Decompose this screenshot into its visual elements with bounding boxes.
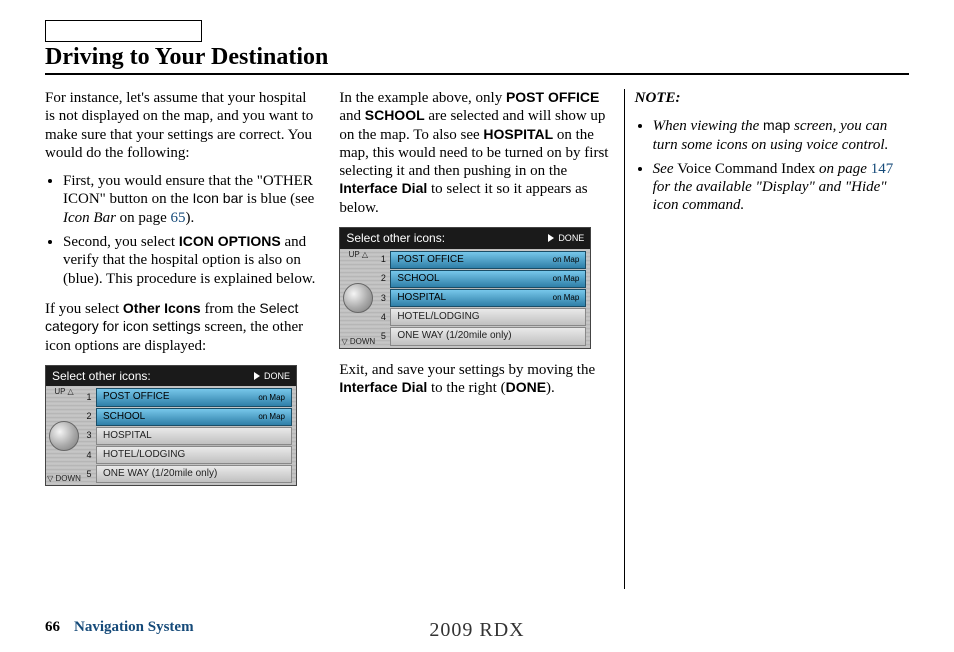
up-arrow-icon: UP △	[349, 251, 368, 259]
down-arrow-icon: ▽ DOWN	[47, 475, 81, 483]
screen2-numbers: 1 2 3 4 5	[376, 249, 390, 348]
screen1-row-4: HOTEL/LODGING	[96, 446, 292, 464]
screen2-done: DONE	[548, 233, 584, 244]
screen2-title: Select other icons:	[346, 231, 445, 246]
screen2-row-3: HOSPITALon Map	[390, 289, 586, 307]
screen2-row-4: HOTEL/LODGING	[390, 308, 586, 326]
screen1-done: DONE	[254, 371, 290, 382]
screen2-row-5: ONE WAY (1/20mile only)	[390, 327, 586, 345]
screen2-row-1: POST OFFICEon Map	[390, 251, 586, 269]
model-year: 2009 RDX	[429, 619, 524, 642]
header-small-box	[45, 20, 202, 42]
col2-para1: In the example above, only POST OFFICE a…	[339, 89, 613, 217]
screen2-dial: UP △ ▽ DOWN	[340, 249, 376, 348]
screen1-dial: UP △ ▽ DOWN	[46, 386, 82, 485]
screen2-rows: POST OFFICEon Map SCHOOLon Map HOSPITALo…	[390, 249, 590, 348]
up-arrow-icon: UP △	[54, 388, 73, 396]
screenshot-1: Select other icons: DONE UP △ ▽ DOWN 1 2…	[45, 365, 297, 487]
column-3: NOTE: When viewing the map screen, you c…	[625, 89, 909, 589]
column-2: In the example above, only POST OFFICE a…	[329, 89, 624, 589]
col3-bullet-2: See Voice Command Index on page 147 for …	[653, 160, 909, 215]
screen1-row-3: HOSPITAL	[96, 427, 292, 445]
content-columns: For instance, let's assume that your hos…	[45, 89, 909, 589]
footer-label: Navigation System	[74, 619, 194, 636]
screenshot-2: Select other icons: DONE UP △ ▽ DOWN 1 2…	[339, 227, 591, 349]
down-arrow-icon: ▽ DOWN	[341, 338, 375, 346]
col1-bullet-2: Second, you select ICON OPTIONS and veri…	[63, 233, 319, 288]
dial-wheel-icon	[49, 421, 79, 451]
screen1-rows: POST OFFICEon Map SCHOOLon Map HOSPITAL …	[96, 386, 296, 485]
screen1-row-1: POST OFFICEon Map	[96, 388, 292, 406]
column-1: For instance, let's assume that your hos…	[45, 89, 329, 589]
col1-bullet-1: First, you would ensure that the "OTHER …	[63, 172, 319, 227]
screen2-row-2: SCHOOLon Map	[390, 270, 586, 288]
page-title: Driving to Your Destination	[45, 44, 909, 75]
screen1-numbers: 1 2 3 4 5	[82, 386, 96, 485]
screen1-row-5: ONE WAY (1/20mile only)	[96, 465, 292, 483]
note-heading: NOTE:	[635, 89, 909, 107]
screen1-titlebar: Select other icons: DONE	[46, 366, 296, 387]
screen1-title: Select other icons:	[52, 369, 151, 384]
page-footer: 66 Navigation System 2009 RDX	[45, 619, 909, 636]
col2-para2: Exit, and save your settings by moving t…	[339, 361, 613, 398]
col3-bullet-1: When viewing the map screen, you can tur…	[653, 117, 909, 154]
screen2-titlebar: Select other icons: DONE	[340, 228, 590, 249]
dial-wheel-icon	[343, 283, 373, 313]
col1-intro: For instance, let's assume that your hos…	[45, 89, 319, 162]
col1-para2: If you select Other Icons from the Selec…	[45, 300, 319, 355]
screen1-row-2: SCHOOLon Map	[96, 408, 292, 426]
page-number: 66	[45, 619, 60, 636]
